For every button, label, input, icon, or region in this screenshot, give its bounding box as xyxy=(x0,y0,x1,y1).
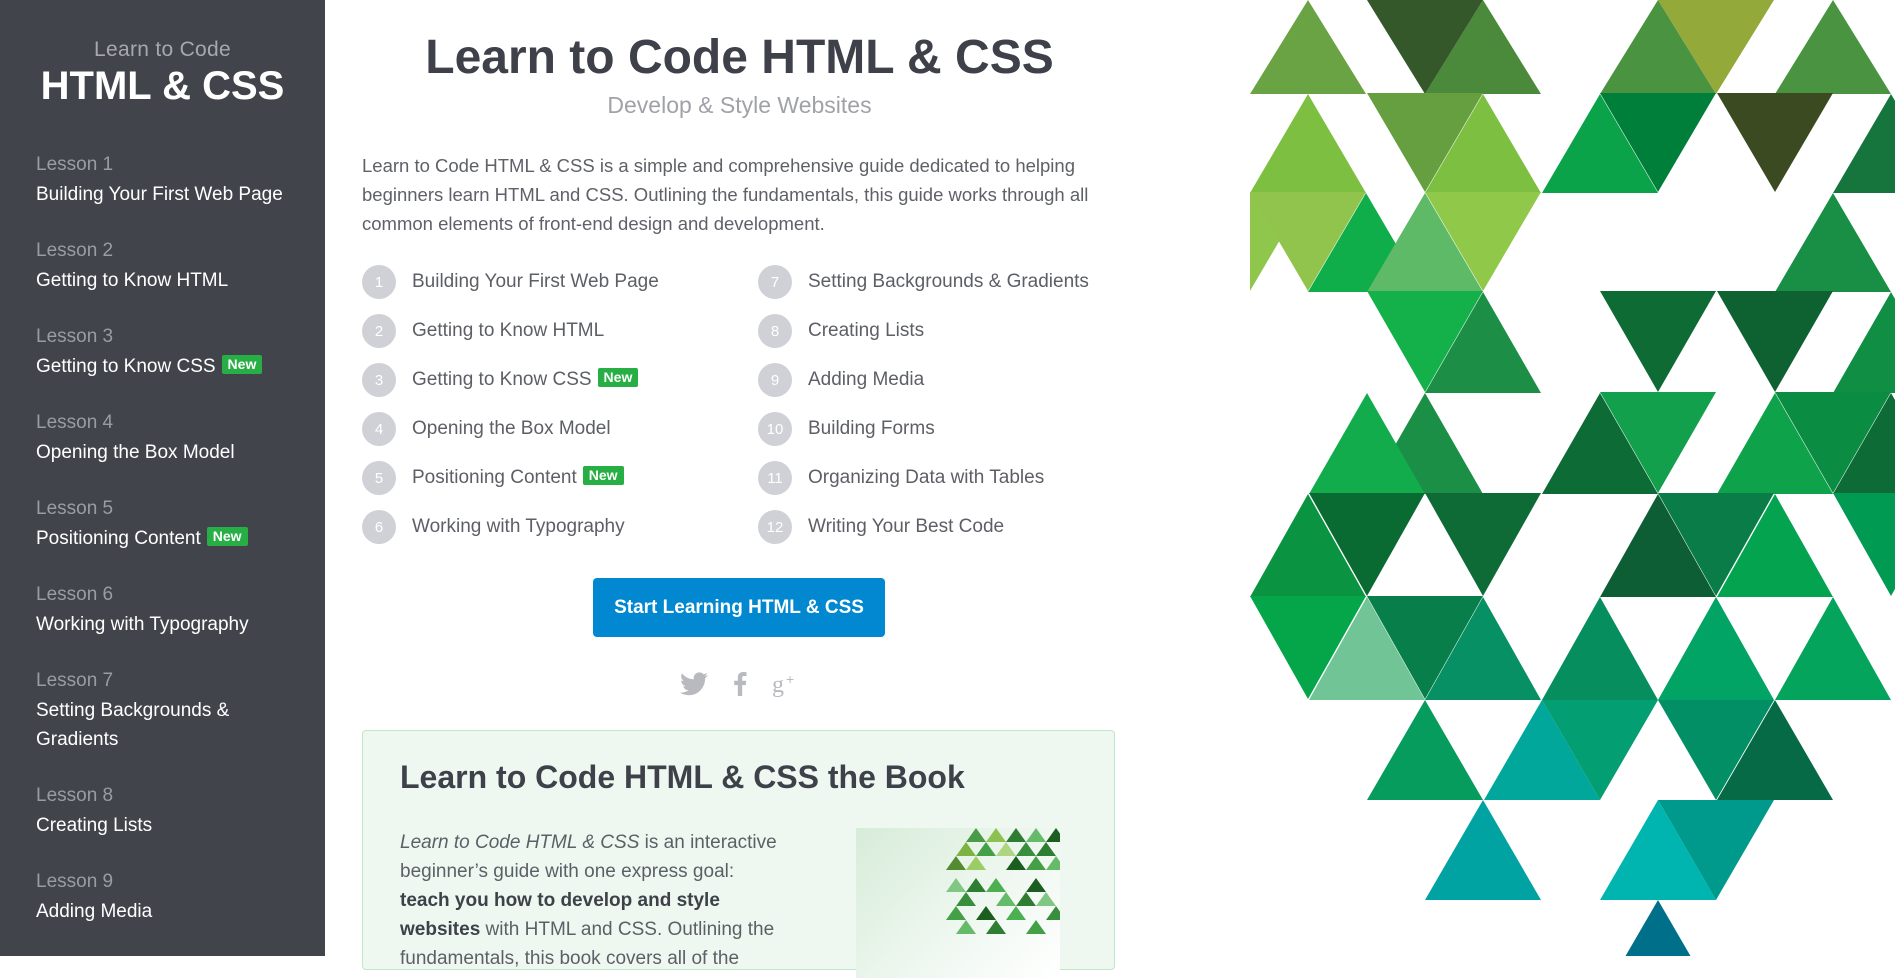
sidebar-item-lesson-2[interactable]: Lesson 2 Getting to Know HTML xyxy=(36,240,325,295)
lesson-number-circle: 9 xyxy=(758,363,792,397)
lesson-link-3[interactable]: 3 Getting to Know CSS New xyxy=(362,362,639,398)
sidebar-item-lesson-5[interactable]: Lesson 5 Positioning Content New xyxy=(36,498,325,553)
lesson-title: Creating Lists xyxy=(36,811,325,840)
lesson-title: Building Your First Web Page xyxy=(36,180,325,209)
sidebar-item-lesson-6[interactable]: Lesson 6 Working with Typography xyxy=(36,584,325,639)
lesson-link-label: Creating Lists xyxy=(808,320,925,341)
lesson-title-text: Adding Media xyxy=(36,901,153,922)
lesson-link-label: Building Your First Web Page xyxy=(412,271,659,292)
lesson-number: Lesson 5 xyxy=(36,498,114,519)
new-badge: New xyxy=(582,466,624,486)
book-title: Learn to Code HTML & CSS the Book xyxy=(400,759,965,795)
lesson-number: Lesson 7 xyxy=(36,670,114,691)
lesson-number-circle: 10 xyxy=(758,412,792,446)
lesson-link-8[interactable]: 8 Creating Lists xyxy=(758,313,924,349)
lesson-link-label: Setting Backgrounds & Gradients xyxy=(808,271,1089,292)
facebook-icon[interactable] xyxy=(724,668,756,700)
sidebar-lesson-list: Lesson 1 Building Your First Web Page Le… xyxy=(0,154,325,956)
lesson-link-label: Positioning Content New xyxy=(412,466,624,489)
lesson-title-text: Setting Backgrounds & Gradients xyxy=(36,700,230,750)
sidebar-item-lesson-4[interactable]: Lesson 4 Opening the Box Model xyxy=(36,412,325,467)
brand-subtitle: Learn to Code xyxy=(94,38,231,61)
lesson-title-text: Building Your First Web Page xyxy=(36,184,283,205)
lesson-link-label: Adding Media xyxy=(808,369,925,390)
lesson-link-11[interactable]: 11 Organizing Data with Tables xyxy=(758,460,1044,496)
lesson-number: Lesson 8 xyxy=(36,785,114,806)
lesson-number-circle: 3 xyxy=(362,363,396,397)
lesson-number-circle: 11 xyxy=(758,461,792,495)
book-promo-panel: Learn to Code HTML & CSS the Book Learn … xyxy=(362,730,1115,978)
lesson-number: Lesson 2 xyxy=(36,240,114,261)
lesson-number: Lesson 3 xyxy=(36,326,114,347)
sidebar-item-lesson-8[interactable]: Lesson 8 Creating Lists xyxy=(36,785,325,840)
lesson-number: Lesson 1 xyxy=(36,154,114,175)
lesson-number: Lesson 6 xyxy=(36,584,114,605)
lesson-title: Getting to Know HTML xyxy=(36,266,325,295)
lesson-link-label: Writing Your Best Code xyxy=(808,516,1005,537)
lesson-link-label: Getting to Know CSS New xyxy=(412,368,639,391)
lesson-link-2[interactable]: 2 Getting to Know HTML xyxy=(362,313,604,349)
lesson-link-label: Working with Typography xyxy=(412,516,625,537)
lesson-title-text: Opening the Box Model xyxy=(36,442,235,463)
book-description: Learn to Code HTML & CSS is an interacti… xyxy=(400,828,780,973)
google-plus-icon[interactable]: g + xyxy=(770,668,802,700)
lesson-title-text: Getting to Know CSS xyxy=(36,356,216,377)
lesson-number: Lesson 4 xyxy=(36,412,114,433)
new-badge: New xyxy=(206,527,248,547)
start-learning-button[interactable]: Start Learning HTML & CSS xyxy=(593,578,885,637)
book-name-italic: Learn to Code HTML & CSS xyxy=(400,832,640,853)
intro-paragraph: Learn to Code HTML & CSS is a simple and… xyxy=(362,155,1089,234)
lesson-title: Setting Backgrounds & Gradients xyxy=(36,696,325,754)
sidebar-item-lesson-7[interactable]: Lesson 7 Setting Backgrounds & Gradients xyxy=(36,670,325,754)
lesson-link-text: Positioning Content xyxy=(412,467,577,488)
lesson-title-text: Getting to Know HTML xyxy=(36,270,229,291)
page-subtitle: Develop & Style Websites xyxy=(607,92,872,118)
lesson-number-circle: 4 xyxy=(362,412,396,446)
lesson-link-1[interactable]: 1 Building Your First Web Page xyxy=(362,264,659,300)
lesson-number: Lesson 9 xyxy=(36,871,114,892)
lesson-title-text: Working with Typography xyxy=(36,614,249,635)
lesson-number-circle: 8 xyxy=(758,314,792,348)
social-links: g + xyxy=(362,668,1117,700)
svg-text:g: g xyxy=(772,672,784,697)
lesson-title: Getting to Know CSS New xyxy=(36,352,325,381)
decorative-triangle-art xyxy=(1192,0,1895,978)
lesson-title-text: Positioning Content xyxy=(36,528,201,549)
sidebar-item-lesson-3[interactable]: Lesson 3 Getting to Know CSS New xyxy=(36,326,325,381)
new-badge: New xyxy=(221,355,263,375)
lesson-title: Working with Typography xyxy=(36,610,325,639)
lesson-title: Adding Media xyxy=(36,897,325,926)
lesson-link-10[interactable]: 10 Building Forms xyxy=(758,411,935,447)
sidebar-item-lesson-9[interactable]: Lesson 9 Adding Media xyxy=(36,871,325,926)
lesson-title: Positioning Content New xyxy=(36,524,325,553)
lesson-link-5[interactable]: 5 Positioning Content New xyxy=(362,460,624,496)
lesson-link-label: Organizing Data with Tables xyxy=(808,467,1045,488)
lesson-link-6[interactable]: 6 Working with Typography xyxy=(362,509,625,545)
lesson-link-7[interactable]: 7 Setting Backgrounds & Gradients xyxy=(758,264,1089,300)
twitter-icon[interactable] xyxy=(678,668,710,700)
new-badge: New xyxy=(597,368,639,388)
lesson-title: Opening the Box Model xyxy=(36,438,325,467)
lesson-number-circle: 5 xyxy=(362,461,396,495)
lesson-number-circle: 1 xyxy=(362,265,396,299)
sidebar-item-lesson-1[interactable]: Lesson 1 Building Your First Web Page xyxy=(36,154,325,209)
lesson-link-9[interactable]: 9 Adding Media xyxy=(758,362,924,398)
brand-title: HTML & CSS xyxy=(40,64,285,108)
lesson-number-circle: 12 xyxy=(758,510,792,544)
lesson-link-12[interactable]: 12 Writing Your Best Code xyxy=(758,509,1004,545)
lesson-link-label: Getting to Know HTML xyxy=(412,320,605,341)
svg-text:+: + xyxy=(786,671,794,687)
lesson-link-label: Building Forms xyxy=(808,418,935,439)
lesson-number-circle: 7 xyxy=(758,265,792,299)
lesson-number-circle: 2 xyxy=(362,314,396,348)
main-content: Learn to Code HTML & CSS Develop & Style… xyxy=(362,0,1117,978)
lesson-link-text: Getting to Know CSS xyxy=(412,369,592,390)
lesson-title-text: Creating Lists xyxy=(36,815,153,836)
page-title: Learn to Code HTML & CSS xyxy=(425,31,1054,84)
lesson-link-label: Opening the Box Model xyxy=(412,418,611,439)
lesson-number-circle: 6 xyxy=(362,510,396,544)
sidebar: Learn to Code HTML & CSS Lesson 1 Buildi… xyxy=(0,0,325,956)
sidebar-brand[interactable]: Learn to Code HTML & CSS xyxy=(0,0,325,109)
lesson-link-4[interactable]: 4 Opening the Box Model xyxy=(362,411,611,447)
